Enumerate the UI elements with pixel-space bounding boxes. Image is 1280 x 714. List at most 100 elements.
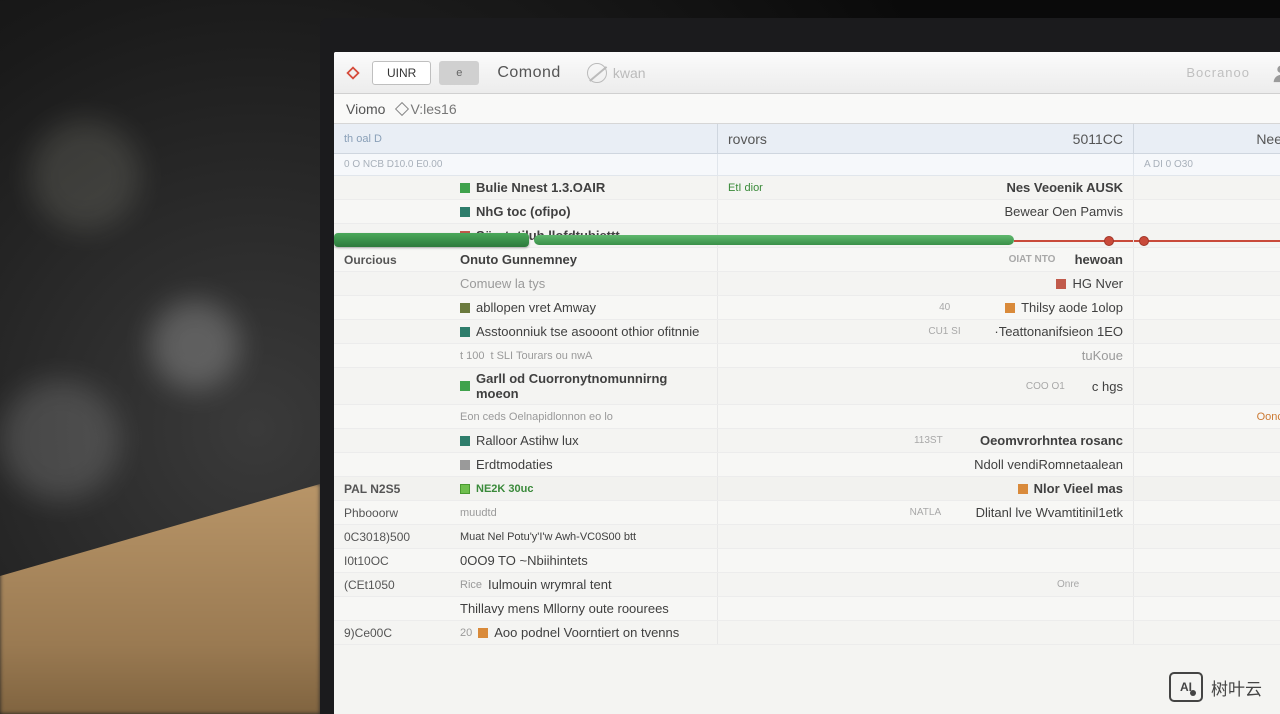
row-sidecode: OIAT NTO	[1009, 254, 1069, 265]
col-left[interactable]: th oal D	[334, 124, 718, 153]
table-row[interactable]: Comuew la tysHG Nver	[334, 272, 1280, 296]
row-label-2: Rice	[460, 579, 482, 591]
row-far-cell	[1134, 368, 1280, 404]
row-mid-cell: Bewear Oen Pamvis	[718, 200, 1134, 223]
row-far-cell	[1134, 296, 1280, 319]
col-right[interactable]: Nees	[1134, 124, 1280, 153]
table-row[interactable]: Thillavy mens Mllorny oute roourees	[334, 597, 1280, 621]
row-sidecode: Onre	[1057, 579, 1117, 590]
status-square-icon	[1005, 303, 1015, 313]
row-far-cell	[1134, 453, 1280, 476]
table-row[interactable]: 9)Ce00C20Aoo podnel Voorntiert on tvenns	[334, 621, 1280, 645]
table-row[interactable]: 0C3018)500Muat Nel Potu'y'I'w Awh-VC0S00…	[334, 525, 1280, 549]
row-mid-cell	[718, 549, 1134, 572]
row-mid-cell	[718, 621, 1134, 644]
table-row[interactable]: PAL N2S5NE2K 30ucNlor Vieel mas	[334, 477, 1280, 501]
row-far-cell	[1134, 224, 1280, 247]
row-label-muted: t 100	[460, 350, 484, 362]
monitor-bezel: UINR e Comond kwan Bocranoo Viomo V:les1…	[320, 18, 1280, 714]
user-icon[interactable]	[1270, 62, 1280, 84]
row-sidecode: CU1 SI	[928, 326, 988, 337]
subhdr-right: A DI 0 O30	[1134, 154, 1280, 175]
table-row[interactable]: PhbooorwmuudtdNATLADlitanl lve Wvamtitin…	[334, 501, 1280, 525]
table-row[interactable]: Sön·tutiluh llofdtubjettt	[334, 224, 1280, 248]
subhdr-left: 0 O NCB D10.0 E0.00	[334, 154, 718, 175]
row-text: t SLI Tourars ou nwA	[490, 350, 592, 362]
row-left-cell: Eon ceds Oelnapidlonnon eo lo	[334, 405, 718, 428]
table-row[interactable]: t 100 t SLI Tourars ou nwA tuKoue	[334, 344, 1280, 368]
row-far-cell	[1134, 477, 1280, 500]
column-header: th oal D rovors 5011CC Nees	[334, 124, 1280, 154]
status-square-icon	[460, 381, 470, 391]
table-row[interactable]: Bulie Nnest 1.3.OAIREtI diorNes Veoenik …	[334, 176, 1280, 200]
table-row[interactable]: Ralloor Astihw lux 113STOeomvrorhntea ros…	[334, 429, 1280, 453]
tab-version-label: V:les16	[410, 101, 456, 117]
toolbar: UINR e Comond kwan Bocranoo	[334, 52, 1280, 94]
row-label: Phbooorw	[344, 506, 454, 520]
row-text: Asstoonniuk tse asooont othior ofitnnie	[476, 324, 699, 339]
row-right-text: tuKoue	[1082, 348, 1123, 363]
row-text: NhG toc (ofipo)	[476, 204, 571, 219]
row-left-cell: Ralloor Astihw lux	[334, 429, 718, 452]
status-square-icon	[460, 231, 470, 241]
row-text: NE2K 30uc	[476, 483, 533, 495]
row-far-cell	[1134, 248, 1280, 271]
col-far-label: Nees	[1256, 131, 1280, 147]
status-square-icon	[1018, 484, 1028, 494]
row-mid-cell: OIAT NTO hewoan	[718, 248, 1134, 271]
row-mid-cell: COO O1c hgs	[718, 368, 1134, 404]
row-left-cell: Thillavy mens Mllorny oute roourees	[334, 597, 718, 620]
row-mid-cell: 113STOeomvrorhntea rosanc	[718, 429, 1134, 452]
toolbar-chip[interactable]: e	[439, 61, 479, 85]
row-far-cell	[1134, 320, 1280, 343]
row-text: Muat Nel Potu'y'I'w Awh-VC0S00 btt	[460, 531, 636, 543]
row-far-cell	[1134, 200, 1280, 223]
row-mid-cell: CU1 SI·Teattonanifsieon 1EO	[718, 320, 1134, 343]
row-left-cell: t 100 t SLI Tourars ou nwA	[334, 344, 718, 367]
row-sidecode: 40	[939, 302, 999, 313]
status-square-icon	[460, 460, 470, 470]
app-window: UINR e Comond kwan Bocranoo Viomo V:les1…	[334, 52, 1280, 714]
col-mid-right-label: 5011CC	[1073, 131, 1123, 147]
diamond-icon	[395, 101, 409, 115]
row-text: Thillavy mens Mllorny oute roourees	[460, 601, 669, 616]
col-left-icons: th oal D	[344, 133, 382, 145]
row-mid-cell: tuKoue	[718, 344, 1134, 367]
tab-bar: Viomo V:les16	[334, 94, 1280, 124]
table-row[interactable]: I0t10OC0OO9 TO ~Nbiihintets	[334, 549, 1280, 573]
table-row[interactable]: OurciousOnuto GunnemneyOIAT NTOhewoan	[334, 248, 1280, 272]
table-row[interactable]: Eon ceds Oelnapidlonnon eo loOonco	[334, 405, 1280, 429]
row-left-cell: NhG toc (ofipo)	[334, 200, 718, 223]
col-mid[interactable]: rovors 5011CC	[718, 124, 1134, 153]
table-row[interactable]: (CEt1050RiceIulmouin wrymral tent Onre	[334, 573, 1280, 597]
table-row[interactable]: NhG toc (ofipo) Bewear Oen Pamvis	[334, 200, 1280, 224]
row-text: Ralloor Astihw lux	[476, 433, 579, 448]
toolbar-button-main[interactable]: UINR	[372, 61, 431, 85]
row-left-cell: Erdtmodaties	[334, 453, 718, 476]
row-far-cell	[1134, 176, 1280, 199]
row-text: Eon ceds Oelnapidlonnon eo lo	[460, 411, 613, 423]
row-text: muudtd	[460, 507, 497, 519]
row-right-text: hewoan	[1075, 252, 1123, 267]
table-row[interactable]: abllopen vret Amway40Thilsy aode 1olop	[334, 296, 1280, 320]
tab-version[interactable]: V:les16	[397, 101, 456, 117]
table-row[interactable]: Asstoonniuk tse asooont othior ofitnnie C…	[334, 320, 1280, 344]
table-row[interactable]: Garll od Cuorronytnomunnirng moeonCOO O1…	[334, 368, 1280, 405]
row-left-cell: abllopen vret Amway	[334, 296, 718, 319]
row-left-cell: (CEt1050RiceIulmouin wrymral tent	[334, 573, 718, 596]
tab-active[interactable]: Viomo	[346, 101, 385, 117]
row-far-cell	[1134, 344, 1280, 367]
toolbar-right-label: Bocranoo	[1186, 65, 1250, 80]
data-grid: Bulie Nnest 1.3.OAIREtI diorNes Veoenik …	[334, 176, 1280, 714]
subhdr-mid	[718, 154, 1134, 175]
status-square-icon	[460, 207, 470, 217]
table-row[interactable]: ErdtmodatiesNdoll vendiRomnetaalean	[334, 453, 1280, 477]
row-left-cell: I0t10OC0OO9 TO ~Nbiihintets	[334, 549, 718, 572]
toolbar-ghost-action[interactable]: kwan	[587, 63, 646, 83]
row-right-text: Nlor Vieel mas	[1034, 481, 1123, 496]
row-right-text: c hgs	[1092, 379, 1123, 394]
row-mid-cell: Ndoll vendiRomnetaalean	[718, 453, 1134, 476]
row-far-cell	[1134, 597, 1280, 620]
row-text: Bulie Nnest 1.3.OAIR	[476, 180, 605, 195]
row-left-cell: Asstoonniuk tse asooont othior ofitnnie	[334, 320, 718, 343]
